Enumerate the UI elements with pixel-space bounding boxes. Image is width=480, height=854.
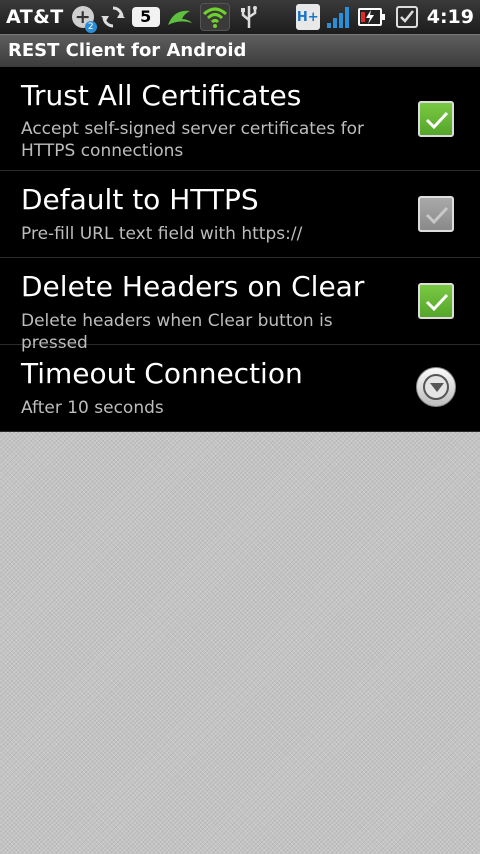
add-icon[interactable]: + 2 — [71, 6, 97, 33]
notification-badge: 2 — [84, 21, 97, 33]
pref-trust-all-certificates[interactable]: Trust All Certificates Accept self-signe… — [0, 67, 480, 171]
checklist-icon — [395, 6, 418, 28]
pref-summary: Pre-fill URL text field with https:// — [21, 224, 303, 244]
delete-headers-on-clear-checkbox[interactable] — [418, 283, 454, 319]
trust-all-certificates-checkbox[interactable] — [418, 101, 454, 137]
pref-title: Delete Headers on Clear — [21, 270, 365, 303]
clock: 4:19 — [426, 6, 474, 28]
check-icon — [425, 206, 449, 225]
status-bar: AT&T + 2 5 H+ 4:19 — [0, 0, 480, 34]
default-to-https-checkbox[interactable] — [418, 196, 454, 232]
network-type-label: H+ — [296, 9, 319, 25]
pref-title: Default to HTTPS — [21, 183, 259, 216]
app-title: REST Client for Android — [8, 40, 247, 61]
pref-timeout-connection[interactable]: Timeout Connection After 10 seconds — [0, 345, 480, 432]
signal-icon — [326, 5, 352, 29]
pref-default-to-https[interactable]: Default to HTTPS Pre-fill URL text field… — [0, 171, 480, 258]
pref-title: Timeout Connection — [21, 357, 303, 390]
hplus-network-icon: H+ — [295, 4, 320, 30]
pref-delete-headers-on-clear[interactable]: Delete Headers on Clear Delete headers w… — [0, 258, 480, 353]
pref-title: Trust All Certificates — [21, 79, 302, 112]
preferences-list: Trust All Certificates Accept self-signe… — [0, 67, 480, 432]
count-icon: 5 — [131, 7, 160, 27]
sync-icon — [100, 4, 126, 30]
check-icon — [425, 293, 449, 312]
carrier-label: AT&T — [6, 6, 64, 28]
battery-charging-icon — [357, 8, 385, 26]
dolphin-icon — [166, 5, 194, 29]
check-icon — [425, 111, 449, 130]
app-title-bar: REST Client for Android — [0, 34, 480, 67]
chevron-down-icon — [430, 383, 444, 392]
timeout-dropdown-button[interactable] — [416, 367, 456, 407]
pref-summary: After 10 seconds — [21, 398, 164, 418]
usb-icon — [236, 3, 262, 31]
wifi-icon — [199, 3, 230, 31]
pref-summary: Accept self-signed server certificates f… — [21, 119, 365, 161]
